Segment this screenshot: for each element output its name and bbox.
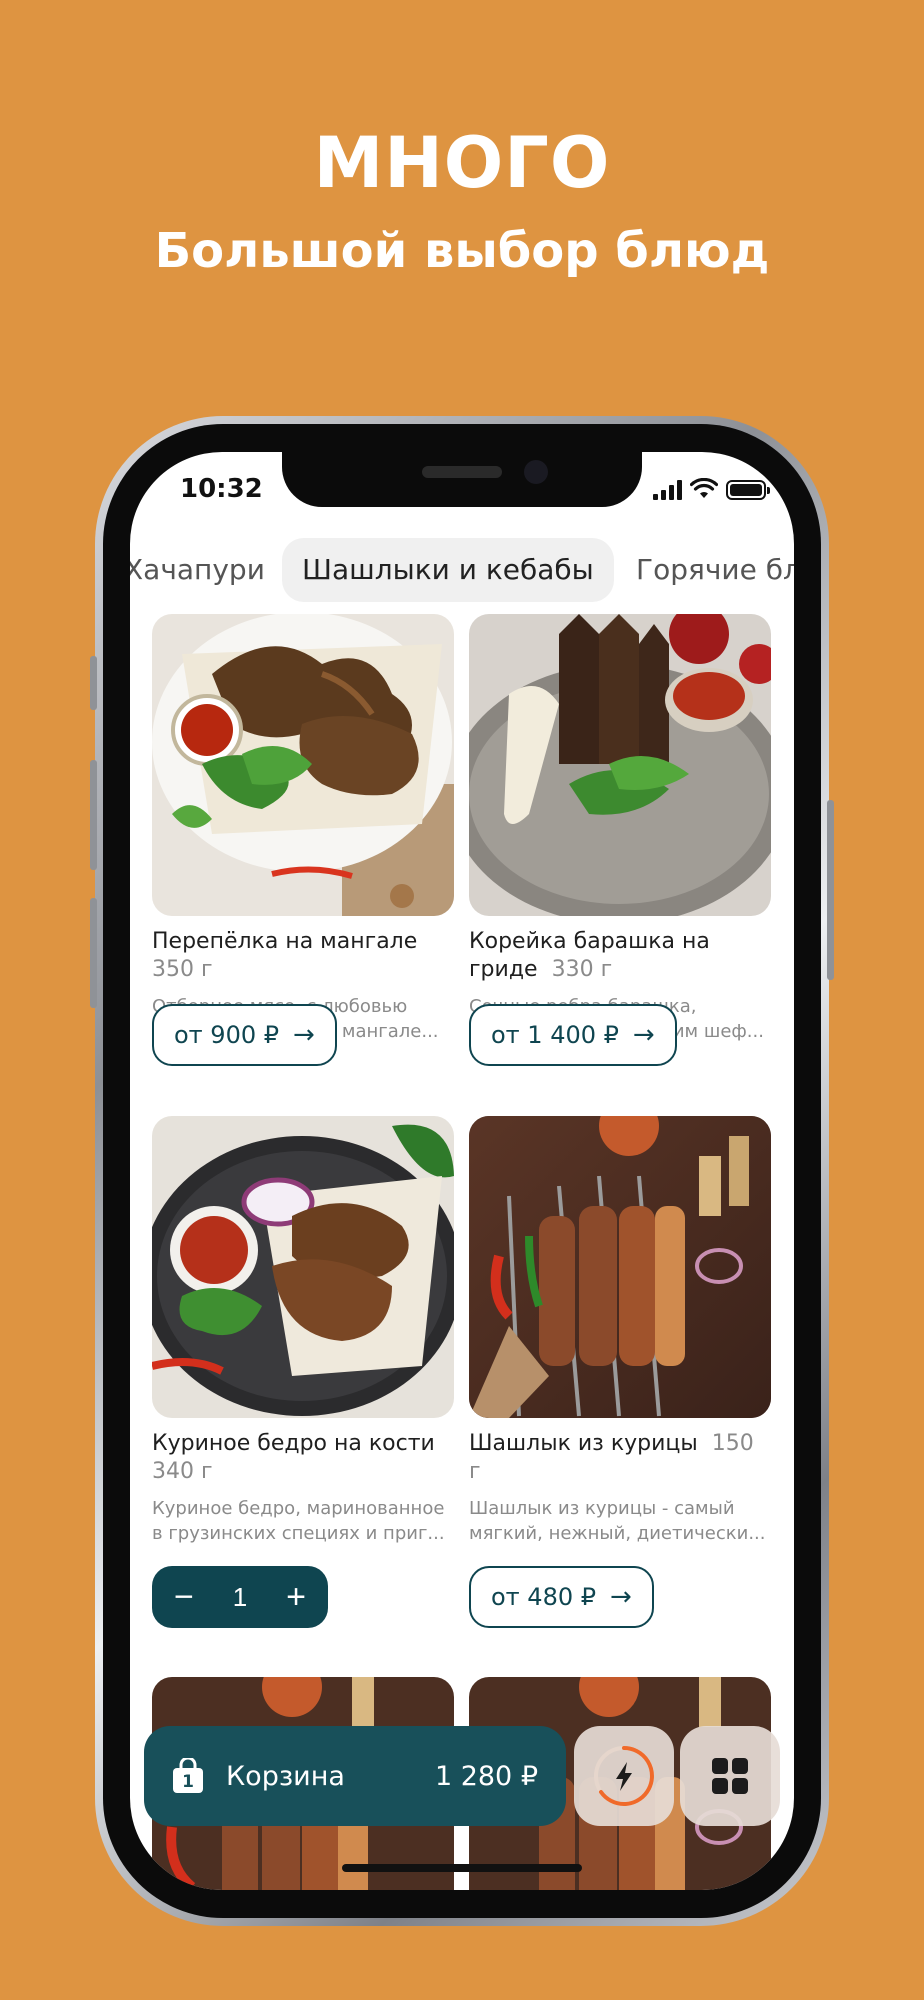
product-photo-chicken-shashlik[interactable] bbox=[469, 1116, 771, 1418]
promo-header: МНОГО Большой выбор блюд bbox=[0, 118, 924, 286]
notch bbox=[282, 452, 642, 507]
product-card[interactable]: Корейка барашка на гриде 330 г Сочные ре… bbox=[469, 614, 771, 1044]
product-card[interactable]: Перепёлка на мангале 350 г Отборное мясо… bbox=[152, 614, 454, 1044]
minus-button[interactable]: − bbox=[174, 1580, 194, 1614]
arrow-right-icon: → bbox=[293, 1020, 315, 1050]
product-name: Шашлык из курицы 150 г bbox=[469, 1431, 754, 1484]
arrow-right-icon: → bbox=[632, 1020, 655, 1050]
cellular-signal-icon bbox=[653, 480, 682, 500]
product-weight: 350 г bbox=[152, 957, 213, 982]
cart-button[interactable]: 1 Корзина 1 280 ₽ bbox=[144, 1726, 566, 1826]
product-card[interactable]: Шашлык из курицы 150 г Шашлык из курицы … bbox=[469, 1116, 771, 1546]
grid-icon bbox=[712, 1758, 748, 1794]
product-name: Перепёлка на мангале 350 г bbox=[152, 929, 418, 982]
quantity-value: 1 bbox=[232, 1581, 248, 1612]
menu-grid-button[interactable] bbox=[680, 1726, 780, 1826]
status-time: 10:32 bbox=[180, 474, 263, 504]
power-button bbox=[827, 800, 834, 980]
price-button[interactable]: от 480 ₽ → bbox=[469, 1566, 654, 1628]
cart-label: Корзина bbox=[226, 1760, 345, 1792]
shopping-bag-icon: 1 bbox=[172, 1756, 204, 1794]
promo-title: МНОГО bbox=[313, 122, 611, 204]
product-card[interactable]: Куриное бедро на кости 340 г Куриное бед… bbox=[152, 1116, 454, 1546]
promo-subtitle: Большой выбор блюд bbox=[154, 223, 770, 279]
wifi-icon bbox=[690, 478, 718, 498]
product-description: Куриное бедро, маринованное в грузинских… bbox=[152, 1498, 445, 1544]
category-tabs: Хачапури Шашлыки и кебабы Горячие бл bbox=[130, 538, 794, 602]
product-photo-chicken-thigh[interactable] bbox=[152, 1116, 454, 1418]
plus-button[interactable]: + bbox=[286, 1580, 306, 1614]
product-photo-quail[interactable] bbox=[152, 614, 454, 916]
speaker bbox=[422, 466, 502, 478]
silent-switch bbox=[90, 656, 97, 710]
price-button[interactable]: от 900 ₽ → bbox=[152, 1004, 337, 1066]
price-button[interactable]: от 1 400 ₽ → bbox=[469, 1004, 677, 1066]
lightning-icon bbox=[594, 1746, 654, 1806]
volume-up-button bbox=[90, 760, 97, 870]
product-weight: 340 г bbox=[152, 1459, 213, 1484]
tab-khachapuri[interactable]: Хачапури bbox=[130, 538, 265, 602]
phone-screen: 10:32 Хачапури Шашлыки и кебабы Горячие … bbox=[130, 452, 794, 1890]
cart-total: 1 280 ₽ bbox=[434, 1760, 538, 1792]
quick-order-button[interactable] bbox=[574, 1726, 674, 1826]
product-description: Шашлык из курицы - самый мягкий, нежный,… bbox=[469, 1498, 766, 1544]
arrow-right-icon: → bbox=[610, 1582, 632, 1612]
tab-hot-dishes[interactable]: Горячие бл bbox=[636, 538, 794, 602]
quantity-stepper: − 1 + bbox=[152, 1566, 328, 1628]
product-name: Корейка барашка на гриде 330 г bbox=[469, 929, 710, 982]
volume-down-button bbox=[90, 898, 97, 1008]
front-camera bbox=[524, 460, 548, 484]
status-icons bbox=[653, 476, 770, 500]
product-name: Куриное бедро на кости 340 г bbox=[152, 1431, 435, 1484]
product-photo-lamb[interactable] bbox=[469, 614, 771, 916]
tab-shashlik-kebab[interactable]: Шашлыки и кебабы bbox=[282, 538, 614, 602]
home-indicator[interactable] bbox=[342, 1864, 582, 1872]
cart-badge: 1 bbox=[182, 1772, 194, 1792]
product-weight: 330 г bbox=[551, 957, 613, 982]
battery-icon bbox=[726, 480, 770, 500]
